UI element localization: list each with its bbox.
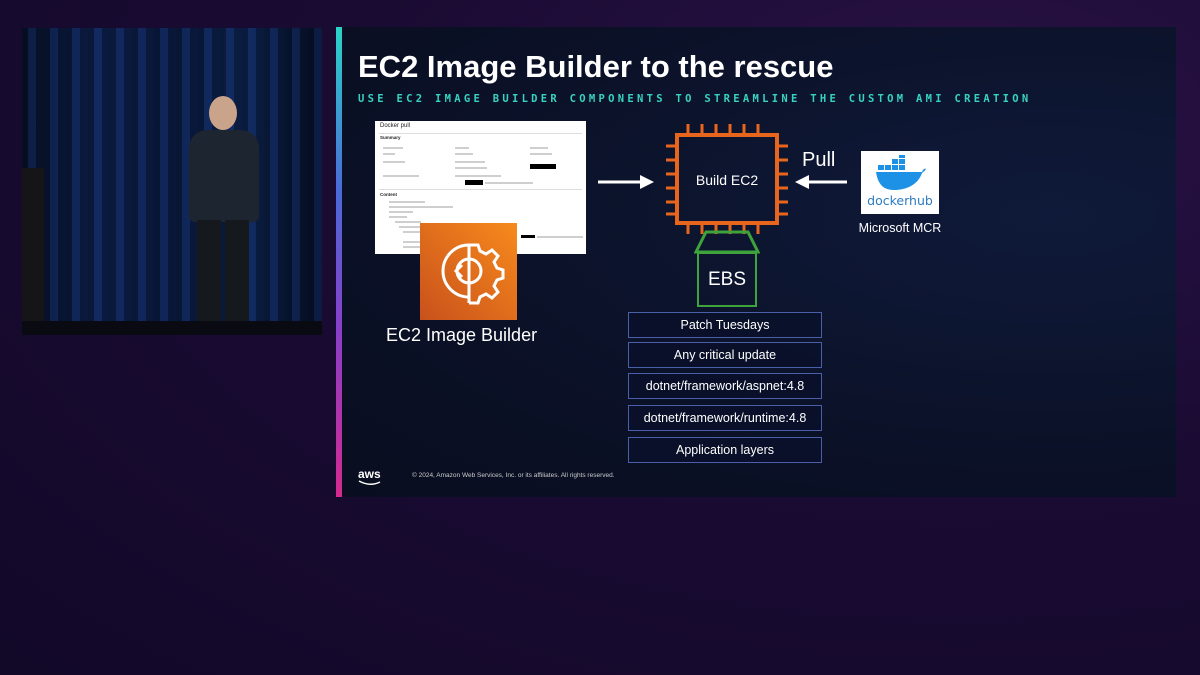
arrow-left-icon bbox=[795, 175, 847, 189]
aws-logo: aws bbox=[358, 467, 381, 481]
ebs-volume: EBS bbox=[697, 252, 757, 307]
presenter bbox=[167, 96, 277, 335]
layer-runtime: dotnet/framework/runtime:4.8 bbox=[628, 405, 822, 431]
pull-label: Pull bbox=[802, 149, 836, 171]
aws-smile-icon bbox=[358, 480, 381, 485]
lectern bbox=[22, 168, 44, 328]
slide-accent-bar bbox=[336, 27, 342, 497]
copyright-text: © 2024, Amazon Web Services, Inc. or its… bbox=[412, 472, 615, 479]
arrow-right-icon bbox=[598, 175, 654, 189]
presentation-slide: EC2 Image Builder to the rescue USE EC2 … bbox=[336, 27, 1176, 497]
build-ec2-label: Build EC2 bbox=[695, 172, 759, 188]
layer-critical-update: Any critical update bbox=[628, 342, 822, 368]
doc-content-heading: Content bbox=[380, 192, 397, 197]
stage-floor bbox=[22, 321, 322, 335]
docker-hub-text: dockerhub bbox=[867, 193, 933, 208]
layer-aspnet: dotnet/framework/aspnet:4.8 bbox=[628, 373, 822, 399]
doc-summary-heading: Summary bbox=[380, 135, 401, 140]
docker-hub-logo: dockerhub bbox=[861, 151, 939, 214]
slide-subtitle: USE EC2 IMAGE BUILDER COMPONENTS TO STRE… bbox=[358, 93, 1032, 105]
layer-patch-tuesdays: Patch Tuesdays bbox=[628, 312, 822, 338]
slide-title: EC2 Image Builder to the rescue bbox=[358, 49, 834, 84]
image-builder-icon bbox=[420, 223, 517, 320]
docker-whale-icon bbox=[876, 155, 926, 190]
ebs-connector-icon bbox=[694, 230, 760, 254]
doc-title: Docker pull bbox=[380, 123, 411, 129]
image-builder-label: EC2 Image Builder bbox=[386, 325, 538, 345]
layer-application: Application layers bbox=[628, 437, 822, 463]
microsoft-mcr-label: Microsoft MCR bbox=[858, 221, 942, 235]
speaker-video bbox=[22, 28, 322, 335]
